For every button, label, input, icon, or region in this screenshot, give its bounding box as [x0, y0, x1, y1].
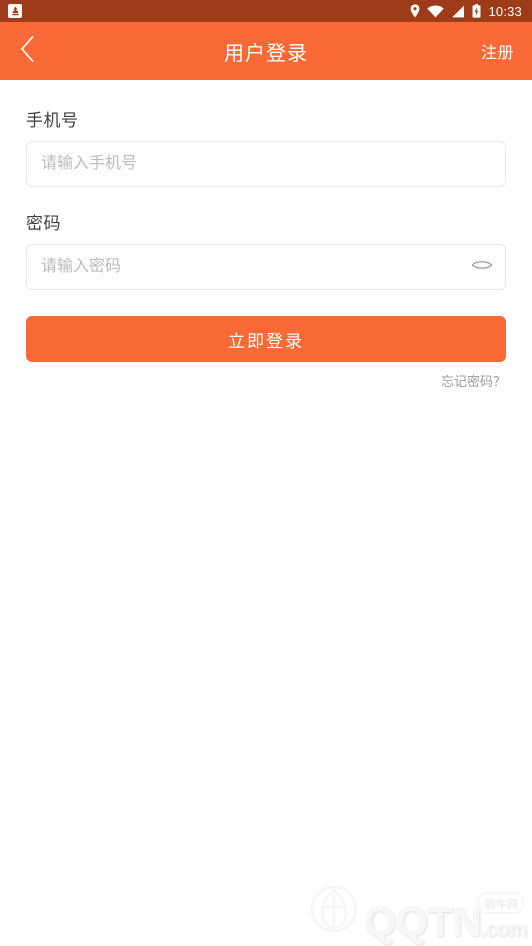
password-input[interactable] [27, 245, 459, 289]
watermark-badge: 腾牛网 [477, 892, 524, 915]
password-field[interactable] [26, 244, 506, 290]
watermark-text: 腾牛网 QQTN.com [364, 892, 527, 943]
login-screen: 10:33 用户登录 注册 手机号 密码 [0, 0, 532, 946]
page-title: 用户登录 [224, 42, 308, 65]
login-form: 手机号 密码 立即登录 忘记密码？ [0, 80, 532, 390]
forgot-password-link[interactable]: 忘记密码？ [441, 371, 506, 390]
password-label: 密码 [26, 214, 61, 233]
battery-icon [472, 4, 481, 18]
status-bar-left [8, 4, 22, 18]
status-bar-clock: 10:33 [488, 3, 522, 19]
app-notification-icon [8, 4, 22, 18]
phone-field[interactable] [26, 141, 506, 187]
wifi-icon [427, 5, 445, 18]
watermark: 腾牛网 QQTN.com [306, 883, 527, 943]
eye-closed-icon [471, 258, 493, 276]
phone-input[interactable] [27, 142, 505, 186]
location-pin-icon [410, 4, 420, 18]
watermark-brand: QQTN [363, 898, 482, 946]
status-bar: 10:33 [0, 0, 532, 22]
status-bar-right: 10:33 [410, 4, 522, 19]
register-link[interactable]: 注册 [481, 39, 514, 63]
chevron-left-icon [19, 35, 36, 68]
watermark-domain: .com [480, 918, 527, 942]
cellular-signal-icon [451, 5, 465, 18]
forgot-password-row: 忘记密码？ [26, 371, 506, 390]
password-visibility-toggle[interactable] [459, 245, 505, 289]
back-button[interactable] [0, 22, 54, 80]
phone-label: 手机号 [26, 111, 79, 130]
qqtn-logo-icon [306, 883, 362, 940]
login-button[interactable]: 立即登录 [26, 316, 506, 362]
app-bar: 用户登录 注册 [0, 22, 532, 80]
